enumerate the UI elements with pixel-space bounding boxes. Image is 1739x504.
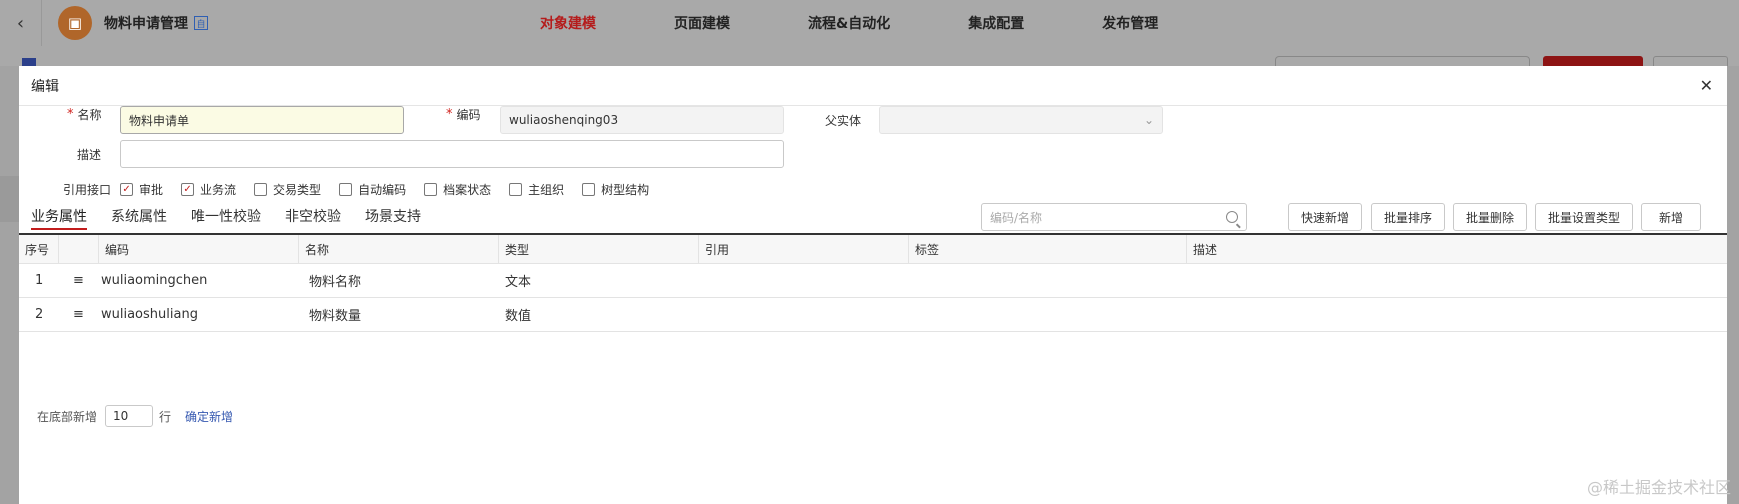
tab-business-attributes[interactable]: 业务属性 [31, 204, 87, 230]
edit-dialog: 编辑 ✕ * 名称 物料申请单 * 编码 wuliaoshenqing03 父实… [19, 66, 1727, 504]
checkbox-approval[interactable]: ✓ 审批 [120, 181, 163, 198]
interface-checkboxes: 引用接口 ✓ 审批 ✓ 业务流 交易类型 自动编码 档案状态 主组织 树型结构 [63, 181, 667, 198]
batch-set-type-button[interactable]: 批量设置类型 [1535, 203, 1633, 231]
row-name: 物料名称 [309, 275, 362, 290]
top-header: ‹ ▣ 物料申请管理 自 对象建模 页面建模 流程&自动化 集成配置 发布管理 [0, 0, 1739, 46]
row-index: 1 [35, 273, 44, 288]
checkbox-icon[interactable] [509, 183, 523, 196]
row-type: 文本 [505, 275, 532, 290]
add-rows-footer: 在底部新增 10 行 确定新增 [37, 405, 233, 427]
app-logo-icon: ▣ [58, 6, 92, 40]
checkbox-icon[interactable] [254, 183, 268, 196]
desc-input[interactable] [120, 140, 784, 168]
table-row[interactable]: 2 ≡ wuliaoshuliang 物料数量 数值 [19, 298, 1727, 332]
tab-non-null-check[interactable]: 非空校验 [285, 204, 341, 228]
code-field-row: * 编码 [446, 107, 481, 122]
parent-select[interactable]: ⌄ [879, 106, 1163, 134]
checkbox-archive-status[interactable]: 档案状态 [424, 181, 491, 198]
tab-scene-support[interactable]: 场景支持 [365, 204, 421, 228]
drag-handle-icon[interactable]: ≡ [59, 264, 99, 297]
row-code: wuliaoshuliang [101, 307, 198, 322]
column-header-description: 描述 [1193, 242, 1218, 257]
add-rows-unit: 行 [159, 409, 172, 424]
attributes-table: 序号 编码 名称 类型 引用 标签 描述 1 ≡ wuliaomingchen … [19, 233, 1727, 332]
background-right-panel [1727, 66, 1739, 504]
checkbox-icon[interactable] [424, 183, 438, 196]
nav-item-integration[interactable]: 集成配置 [968, 13, 1024, 33]
row-type: 数值 [505, 309, 532, 324]
row-code: wuliaomingchen [101, 273, 208, 288]
row-name: 物料数量 [309, 309, 362, 324]
dialog-header: 编辑 ✕ [19, 66, 1727, 106]
search-placeholder: 编码/名称 [990, 210, 1043, 225]
tab-system-attributes[interactable]: 系统属性 [111, 204, 167, 228]
nav-item-object-modeling[interactable]: 对象建模 [540, 13, 596, 33]
search-icon[interactable] [1226, 211, 1238, 223]
close-icon[interactable]: ✕ [1700, 76, 1713, 95]
checkbox-main-org[interactable]: 主组织 [509, 181, 564, 198]
watermark: @稀土掘金技术社区 [1586, 478, 1731, 497]
add-rows-prefix: 在底部新增 [37, 409, 98, 424]
row-index: 2 [35, 307, 44, 322]
parent-field-row: 父实体 [825, 106, 861, 134]
background-search [1275, 56, 1530, 66]
background-primary-button [1543, 56, 1643, 66]
checkbox-icon[interactable] [339, 183, 353, 196]
column-header-index: 序号 [19, 235, 59, 263]
batch-sort-button[interactable]: 批量排序 [1371, 203, 1445, 231]
checkbox-auto-code[interactable]: 自动编码 [339, 181, 406, 198]
table-row[interactable]: 1 ≡ wuliaomingchen 物料名称 文本 [19, 264, 1727, 298]
checkbox-checked-icon[interactable]: ✓ [181, 183, 195, 196]
column-header-type: 类型 [499, 235, 699, 263]
column-header-reference: 引用 [699, 235, 909, 263]
checkbox-transaction-type[interactable]: 交易类型 [254, 181, 321, 198]
column-header-drag [59, 235, 99, 263]
column-header-name: 名称 [299, 235, 499, 263]
desc-field-row: 描述 [77, 140, 101, 168]
background-button [1653, 56, 1728, 66]
row-count-input[interactable]: 10 [105, 405, 154, 427]
confirm-add-link[interactable]: 确定新增 [185, 408, 233, 425]
dialog-title: 编辑 [31, 78, 59, 95]
app-badge: 自 [194, 16, 208, 30]
nav-item-publish[interactable]: 发布管理 [1102, 13, 1158, 33]
name-field-row: * 名称 [67, 107, 102, 122]
column-header-tag: 标签 [909, 235, 1187, 263]
desc-label: 描述 [77, 147, 102, 162]
checkbox-business-flow[interactable]: ✓ 业务流 [181, 181, 236, 198]
interface-label: 引用接口 [63, 183, 112, 197]
checkbox-icon[interactable] [582, 183, 596, 196]
parent-label: 父实体 [825, 113, 862, 128]
add-button[interactable]: 新增 [1641, 203, 1701, 231]
name-label: 名称 [77, 108, 102, 122]
drag-handle-icon[interactable]: ≡ [59, 298, 99, 331]
background-left-panel [0, 66, 19, 504]
chevron-down-icon: ⌄ [1143, 113, 1154, 127]
app-title: 物料申请管理 [104, 16, 188, 32]
property-tabs: 业务属性 系统属性 唯一性校验 非空校验 场景支持 [31, 204, 445, 230]
code-input[interactable]: wuliaoshenqing03 [500, 106, 784, 134]
top-nav: 对象建模 页面建模 流程&自动化 集成配置 发布管理 [540, 0, 1236, 46]
checkbox-tree-structure[interactable]: 树型结构 [582, 181, 649, 198]
batch-delete-button[interactable]: 批量删除 [1453, 203, 1527, 231]
name-input[interactable]: 物料申请单 [120, 106, 404, 134]
checkbox-checked-icon[interactable]: ✓ [120, 183, 134, 196]
back-icon[interactable]: ‹ [0, 0, 42, 46]
code-label: 编码 [456, 108, 481, 122]
table-header: 序号 编码 名称 类型 引用 标签 描述 [19, 235, 1727, 264]
quick-add-button[interactable]: 快速新增 [1288, 203, 1362, 231]
nav-item-process-automation[interactable]: 流程&自动化 [808, 13, 890, 33]
tab-uniqueness-check[interactable]: 唯一性校验 [191, 204, 261, 228]
background-toolbar [0, 46, 1739, 72]
nav-item-page-modeling[interactable]: 页面建模 [674, 13, 730, 33]
column-header-code: 编码 [99, 235, 299, 263]
search-input[interactable]: 编码/名称 [981, 203, 1247, 231]
